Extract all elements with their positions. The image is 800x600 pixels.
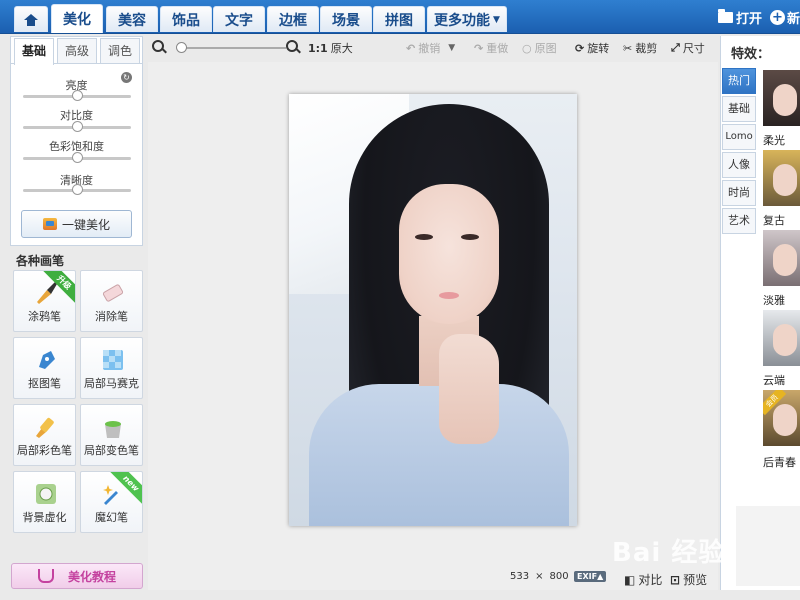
sharpness-slider[interactable] bbox=[23, 184, 131, 195]
zoom-in-icon bbox=[286, 40, 298, 52]
folder-icon bbox=[717, 8, 733, 23]
tab-makeup[interactable]: 美容 bbox=[106, 6, 158, 32]
effect-thumbnail[interactable]: 会员 bbox=[763, 390, 800, 446]
brushes-title: 各种画笔 bbox=[16, 254, 65, 268]
zoom-slider-knob[interactable] bbox=[176, 42, 187, 53]
blur-icon bbox=[36, 484, 56, 504]
tab-scene[interactable]: 场景 bbox=[320, 6, 372, 32]
plus-icon: + bbox=[769, 9, 785, 25]
canvas-toolbar: 1:1 原大 ↶ 撤销 ▼ ↷ 重做 ○ 原图 ⟳ 旋转 ✂ 裁剪 ⤢ 尺寸 bbox=[148, 36, 718, 60]
one-key-beautify-button[interactable]: 一键美化 bbox=[21, 210, 132, 238]
beautify-tutorial-button[interactable]: 美化教程 bbox=[11, 563, 143, 589]
resize-icon: ⤢ bbox=[671, 41, 680, 54]
tab-accessories[interactable]: 饰品 bbox=[160, 6, 212, 32]
undo-icon: ↶ bbox=[406, 41, 416, 55]
effects-tab-fashion[interactable]: 时尚 bbox=[722, 180, 756, 206]
top-tab-bar: 美化 美容 饰品 文字 边框 场景 拼图 更多功能 ▼ 打开 + 新 bbox=[0, 0, 800, 34]
redo-icon: ↷ bbox=[474, 41, 484, 55]
home-tab[interactable] bbox=[14, 6, 48, 32]
brush-eraser[interactable]: 消除笔 bbox=[80, 270, 143, 332]
mosaic-icon bbox=[103, 350, 123, 370]
tab-text[interactable]: 文字 bbox=[213, 6, 265, 32]
tab-frame[interactable]: 边框 bbox=[267, 6, 319, 32]
magic-wand-icon bbox=[103, 485, 118, 505]
preview-button[interactable]: ⊡ 预览 bbox=[670, 571, 707, 588]
adjust-tabs: 基础 高级 调色 bbox=[11, 37, 142, 65]
effects-panel: 特效： 热门 基础 Lomo 人像 时尚 艺术 柔光 复古 淡雅 云端 会员 后… bbox=[720, 36, 800, 590]
zoom-in-button[interactable] bbox=[286, 40, 301, 52]
contrast-slider-knob[interactable] bbox=[72, 121, 83, 132]
saturation-slider[interactable] bbox=[23, 152, 131, 163]
new-button[interactable]: + 新 bbox=[769, 8, 800, 27]
rotate-button[interactable]: ⟳ 旋转 bbox=[575, 40, 609, 56]
effect-label: 云端 bbox=[763, 374, 785, 387]
actual-size-button[interactable]: 1:1 原大 bbox=[308, 40, 353, 56]
hand-icon bbox=[37, 569, 54, 583]
brightness-slider[interactable] bbox=[23, 90, 131, 101]
effect-thumbnail[interactable] bbox=[763, 70, 800, 126]
brush-mosaic[interactable]: 局部马赛克 bbox=[80, 337, 143, 399]
effect-label: 柔光 bbox=[763, 134, 785, 147]
brush-local-color[interactable]: 局部彩色笔 bbox=[13, 404, 76, 466]
brush-cutout[interactable]: 抠图笔 bbox=[13, 337, 76, 399]
pen-nib-icon bbox=[39, 351, 55, 369]
effects-tab-hot[interactable]: 热门 bbox=[722, 68, 756, 94]
tab-basic[interactable]: 基础 bbox=[14, 38, 54, 65]
zoom-out-icon bbox=[152, 40, 164, 52]
effect-thumbnail[interactable] bbox=[763, 150, 800, 206]
zoom-out-button[interactable] bbox=[152, 40, 167, 52]
preview-icon: ⊡ bbox=[670, 572, 681, 587]
effects-tab-art[interactable]: 艺术 bbox=[722, 208, 756, 234]
rotate-icon: ⟳ bbox=[575, 41, 585, 55]
brush-magic[interactable]: new 魔幻笔 bbox=[80, 471, 143, 533]
compare-button[interactable]: ◧ 对比 bbox=[624, 571, 662, 588]
brightness-slider-knob[interactable] bbox=[72, 90, 83, 101]
tab-collage[interactable]: 拼图 bbox=[373, 6, 425, 32]
contrast-slider[interactable] bbox=[23, 121, 131, 132]
open-button[interactable]: 打开 bbox=[717, 8, 762, 27]
effect-thumbnail[interactable] bbox=[763, 230, 800, 286]
paint-bucket-icon bbox=[105, 421, 121, 438]
effects-title: 特效： bbox=[731, 47, 771, 62]
effect-label: 复古 bbox=[763, 214, 785, 227]
scissors-icon: ✂ bbox=[623, 41, 633, 55]
effects-tab-basic[interactable]: 基础 bbox=[722, 96, 756, 122]
paintbrush-icon bbox=[36, 417, 54, 438]
compare-icon: ◧ bbox=[624, 572, 636, 587]
effect-label: 淡雅 bbox=[763, 294, 785, 307]
effect-thumbnail[interactable] bbox=[763, 310, 800, 366]
home-icon bbox=[24, 13, 38, 26]
crop-button[interactable]: ✂ 裁剪 bbox=[623, 40, 657, 56]
editing-canvas[interactable] bbox=[148, 62, 718, 590]
tab-more-features[interactable]: 更多功能 ▼ bbox=[427, 6, 507, 32]
top-actions: 打开 + 新 bbox=[710, 0, 800, 34]
sharpness-slider-knob[interactable] bbox=[72, 184, 83, 195]
effect-label: 后青春 bbox=[763, 456, 796, 469]
adjust-panel: 基础 高级 调色 ↻ 亮度 对比度 色彩饱和度 清晰度 一键美化 bbox=[10, 36, 143, 246]
tab-beautify[interactable]: 美化 bbox=[51, 4, 103, 33]
tab-advanced[interactable]: 高级 bbox=[57, 38, 97, 63]
magic-photo-icon bbox=[42, 218, 57, 230]
exif-button[interactable]: EXIF▲ bbox=[574, 571, 607, 582]
effects-tab-portrait[interactable]: 人像 bbox=[722, 152, 756, 178]
saturation-slider-knob[interactable] bbox=[72, 152, 83, 163]
original-button[interactable]: ○ 原图 bbox=[522, 40, 557, 56]
original-icon: ○ bbox=[522, 41, 532, 55]
zoom-slider[interactable] bbox=[176, 42, 286, 53]
tab-color-grade[interactable]: 调色 bbox=[100, 38, 140, 63]
redo-button[interactable]: ↷ 重做 bbox=[474, 40, 508, 56]
brush-local-recolor[interactable]: 局部变色笔 bbox=[80, 404, 143, 466]
image-dimensions: 533 × 800 bbox=[510, 571, 569, 582]
eraser-icon bbox=[102, 284, 124, 302]
baidu-watermark: Bai 经验 bbox=[612, 538, 726, 568]
brush-doodle[interactable]: 升级 涂鸦笔 bbox=[13, 270, 76, 332]
undo-button[interactable]: ↶ 撤销 ▼ bbox=[406, 40, 455, 56]
undo-dropdown-icon[interactable]: ▼ bbox=[448, 43, 455, 53]
resize-button[interactable]: ⤢ 尺寸 bbox=[671, 40, 705, 56]
caret-down-icon: ▼ bbox=[493, 14, 500, 25]
brush-icon bbox=[37, 282, 57, 304]
edited-photo[interactable] bbox=[289, 94, 577, 526]
effects-tab-lomo[interactable]: Lomo bbox=[722, 124, 756, 150]
brush-background-blur[interactable]: 背景虚化 bbox=[13, 471, 76, 533]
